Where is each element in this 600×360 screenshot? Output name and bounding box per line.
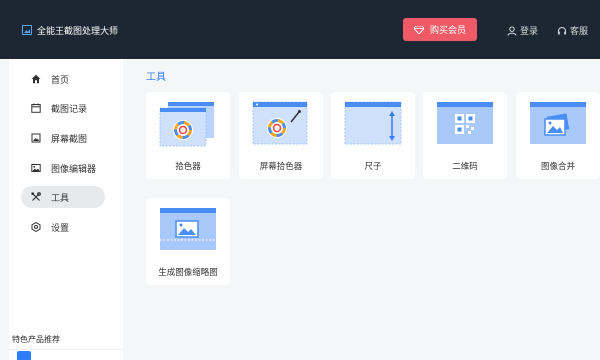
tools-icon	[31, 192, 41, 201]
crop-icon	[31, 133, 41, 143]
buy-membership-label: 购买会员	[429, 25, 466, 35]
sidebar-item-label: 设置	[51, 222, 70, 233]
thumbnail-icon	[160, 208, 216, 250]
tool-ruler[interactable]: 尺子	[331, 92, 415, 179]
sidebar-item-image-editor[interactable]: 图像编辑器	[21, 157, 105, 179]
tool-thumbnail[interactable]: 生成图像缩略图	[146, 198, 230, 285]
sidebar: 首页 截图记录 屏幕截图 图像编辑器 工具 设置 特色产品推荐	[9, 59, 123, 360]
tool-label: 尺子	[364, 161, 382, 171]
settings-icon	[31, 222, 41, 232]
tool-label: 图像合并	[540, 161, 575, 171]
featured-product-icon[interactable]	[17, 351, 31, 360]
sidebar-item-tools[interactable]: 工具	[21, 186, 105, 208]
buy-membership-button[interactable]: 购买会员	[403, 18, 477, 41]
login-button[interactable]: 登录	[507, 24, 538, 37]
sidebar-item-label: 工具	[51, 192, 70, 203]
sidebar-item-label: 截图记录	[51, 103, 88, 114]
color-wheel-icon	[159, 102, 214, 147]
sidebar-item-home[interactable]: 首页	[21, 68, 105, 90]
sidebar-item-label: 首页	[51, 74, 70, 85]
customer-service-label: 客服	[570, 26, 589, 36]
featured-products-heading: 特色产品推荐	[12, 335, 60, 344]
tool-label: 二维码	[452, 161, 478, 171]
sidebar-item-label: 图像编辑器	[51, 163, 97, 174]
tool-label: 生成图像缩略图	[158, 267, 218, 277]
diamond-icon	[413, 25, 424, 34]
customer-service-button[interactable]: 客服	[557, 24, 588, 37]
tool-label: 拾色器	[175, 161, 201, 171]
ruler-icon	[344, 101, 402, 145]
title-bar: 全能王截图处理大师 购买会员 登录 客服	[0, 0, 600, 59]
headset-icon	[558, 26, 566, 34]
image-merge-icon	[530, 102, 586, 144]
tool-label: 屏幕拾色器	[259, 161, 303, 171]
screen-color-picker-icon	[252, 101, 308, 145]
picture-icon	[22, 25, 32, 35]
login-label: 登录	[520, 26, 539, 36]
sidebar-item-settings[interactable]: 设置	[21, 216, 105, 238]
image-icon	[31, 164, 41, 172]
qr-code-icon	[437, 102, 493, 144]
divider	[9, 349, 123, 350]
tool-screen-color-picker[interactable]: 屏幕拾色器	[239, 92, 323, 179]
tool-qr-code[interactable]: 二维码	[423, 92, 507, 179]
tool-image-merge[interactable]: 图像合并	[516, 92, 600, 179]
sidebar-item-screen-capture[interactable]: 屏幕截图	[21, 127, 105, 149]
home-icon	[31, 74, 41, 84]
sidebar-item-label: 屏幕截图	[51, 133, 88, 144]
sidebar-item-screenshot-history[interactable]: 截图记录	[21, 97, 105, 119]
user-icon	[507, 26, 517, 36]
calendar-icon	[31, 103, 41, 113]
tool-color-picker[interactable]: 拾色器	[146, 92, 230, 179]
section-title: 工具	[146, 72, 166, 83]
app-title: 全能王截图处理大师	[37, 26, 119, 36]
